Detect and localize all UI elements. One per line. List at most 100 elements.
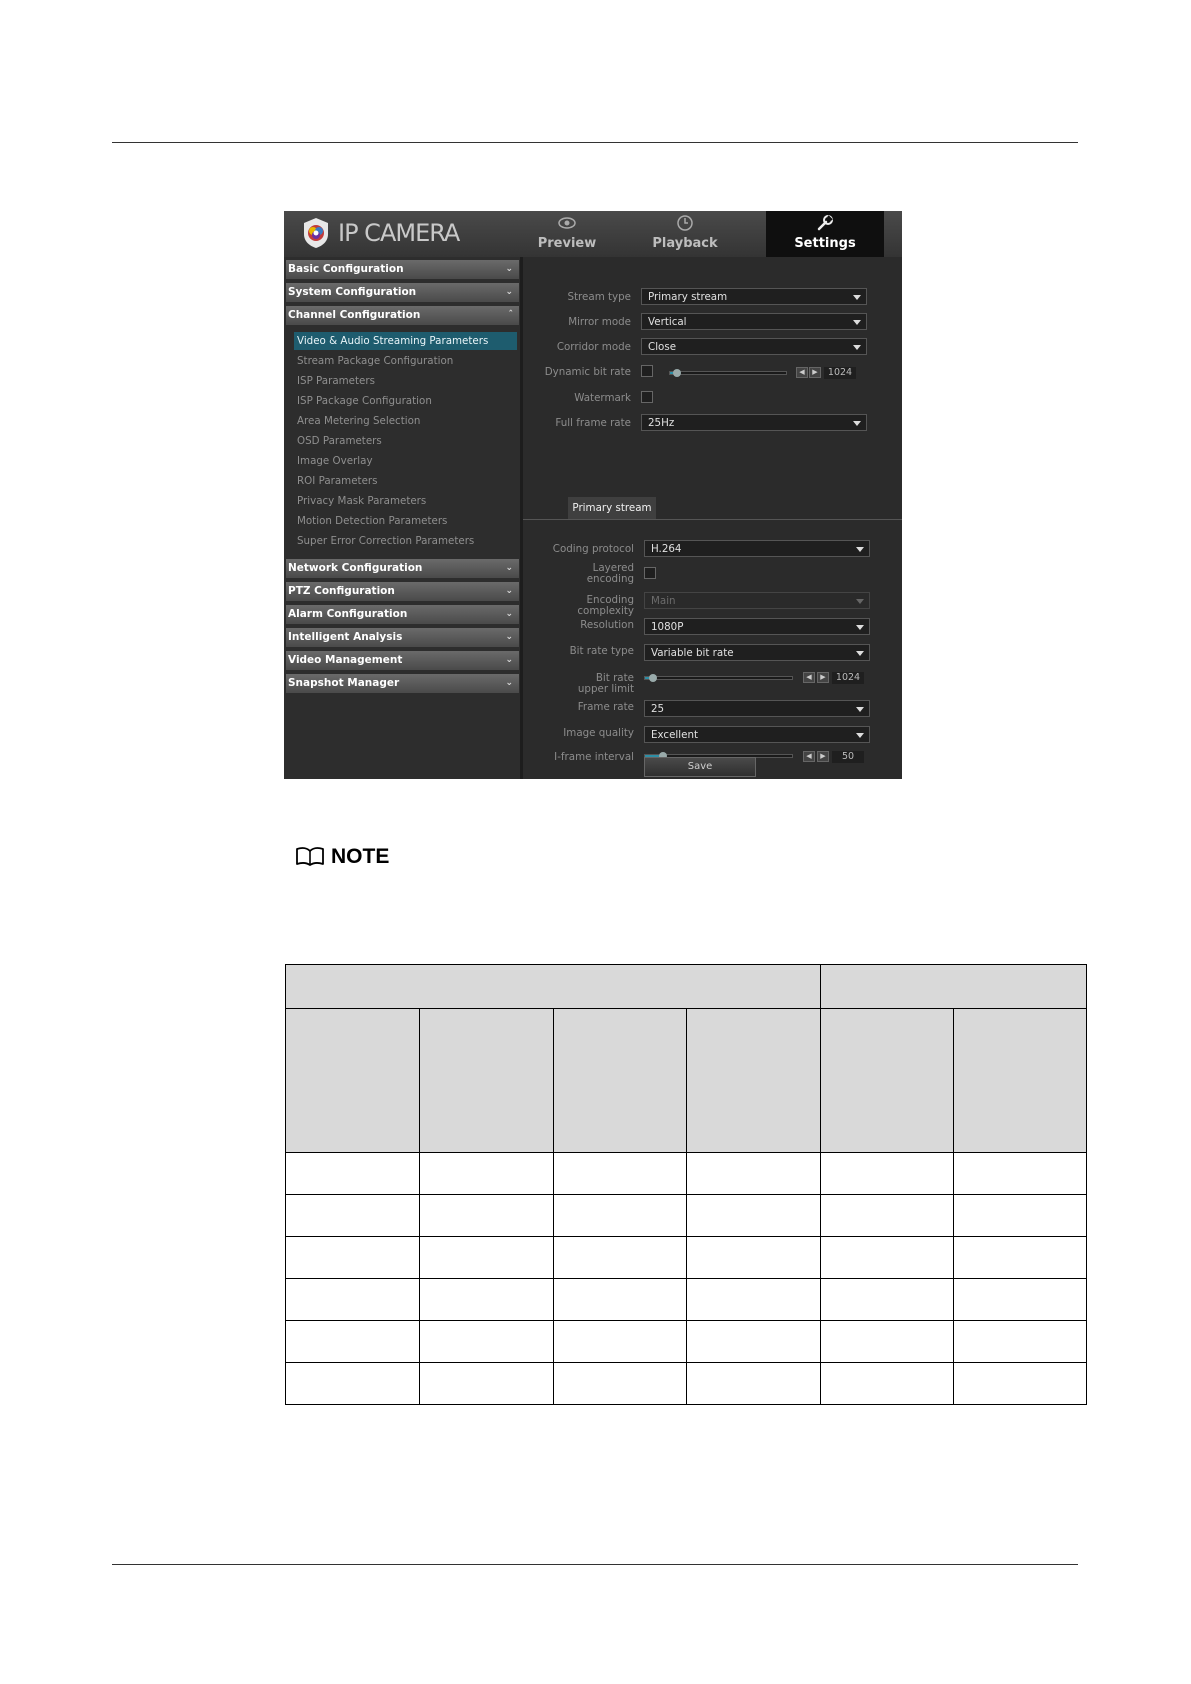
table-cell: [552, 1278, 688, 1321]
sidebar-category-network[interactable]: Network Configuration ⌄: [286, 559, 519, 578]
decrease-button[interactable]: ◀: [803, 672, 815, 683]
table-cell: [820, 1362, 954, 1405]
select-value: Excellent: [651, 729, 699, 741]
sidebar-item-image-overlay[interactable]: Image Overlay: [297, 452, 519, 470]
table-cell: [953, 1194, 1087, 1237]
camera-logo-icon: [304, 218, 328, 248]
sidebar-item-osd-parameters[interactable]: OSD Parameters: [297, 432, 519, 450]
dynamic-bit-rate-slider[interactable]: [669, 369, 787, 377]
settings-sidebar: Basic Configuration ⌄ System Configuratio…: [284, 257, 523, 779]
select-value: 25: [651, 703, 665, 715]
table-row: [285, 1194, 1087, 1237]
table-header-cell: [820, 1008, 954, 1153]
chevron-down-icon: ⌄: [505, 678, 513, 688]
table-cell: [285, 1236, 420, 1279]
table-cell: [418, 1236, 554, 1279]
dropdown-arrow-icon: [853, 320, 861, 325]
clock-icon: [677, 215, 693, 231]
mirror-mode-select[interactable]: Vertical: [641, 313, 867, 330]
sidebar-category-snapshot-manager[interactable]: Snapshot Manager ⌄: [286, 674, 519, 693]
save-button[interactable]: Save: [644, 757, 756, 777]
sidebar-item-super-error-correction[interactable]: Super Error Correction Parameters: [297, 532, 519, 550]
table-header-cell: [686, 1008, 821, 1153]
sidebar-category-ptz[interactable]: PTZ Configuration ⌄: [286, 582, 519, 601]
increase-button[interactable]: ▶: [817, 672, 829, 683]
tab-playback[interactable]: Playback: [626, 211, 744, 253]
footer-rule: [112, 1564, 1078, 1565]
table-cell: [552, 1236, 688, 1279]
table-cell: [820, 1320, 954, 1363]
sidebar-category-video-management[interactable]: Video Management ⌄: [286, 651, 519, 670]
sidebar-item-privacy-mask[interactable]: Privacy Mask Parameters: [297, 492, 519, 510]
image-quality-select[interactable]: Excellent: [644, 726, 870, 743]
table-cell: [953, 1278, 1087, 1321]
note-heading: NOTE: [295, 845, 389, 869]
dropdown-arrow-icon: [853, 295, 861, 300]
stream-type-select[interactable]: Primary stream: [641, 288, 867, 305]
select-value: Variable bit rate: [651, 647, 734, 659]
sidebar-item-area-metering[interactable]: Area Metering Selection: [297, 412, 519, 430]
category-label: Snapshot Manager: [288, 677, 400, 689]
bit-rate-type-label: Bit rate type: [569, 645, 634, 657]
table-cell: [418, 1278, 554, 1321]
frame-rate-select[interactable]: 25: [644, 700, 870, 717]
increase-button[interactable]: ▶: [809, 367, 821, 378]
sidebar-category-channel[interactable]: Channel Configuration ˆ: [286, 306, 519, 325]
table-header-cell: [552, 1008, 688, 1153]
resolution-select[interactable]: 1080P: [644, 618, 870, 635]
sidebar-category-basic[interactable]: Basic Configuration ⌄: [286, 260, 519, 279]
full-frame-rate-select[interactable]: 25Hz: [641, 414, 867, 431]
sidebar-category-alarm[interactable]: Alarm Configuration ⌄: [286, 605, 519, 624]
increase-button[interactable]: ▶: [817, 751, 829, 762]
slider-knob[interactable]: [649, 674, 657, 682]
bit-rate-upper-limit-value: 1024: [832, 672, 864, 684]
decrease-button[interactable]: ◀: [796, 367, 808, 378]
decrease-button[interactable]: ◀: [803, 751, 815, 762]
camera-header: IP CAMERA Preview Playback Settings: [284, 211, 902, 257]
sidebar-category-system[interactable]: System Configuration ⌄: [286, 283, 519, 302]
encoding-complexity-select[interactable]: Main: [644, 592, 870, 609]
table-row: [285, 1362, 1087, 1405]
coding-protocol-select[interactable]: H.264: [644, 540, 870, 557]
category-label: Channel Configuration: [288, 309, 421, 321]
table-row: [285, 1278, 1087, 1321]
tab-preview-label: Preview: [537, 236, 597, 251]
table-cell: [418, 1152, 554, 1195]
dropdown-arrow-icon: [856, 625, 864, 630]
sidebar-item-roi-parameters[interactable]: ROI Parameters: [297, 472, 519, 490]
sidebar-item-stream-package[interactable]: Stream Package Configuration: [297, 352, 519, 370]
dropdown-arrow-icon: [856, 599, 864, 604]
sidebar-item-isp-parameters[interactable]: ISP Parameters: [297, 372, 519, 390]
chevron-up-icon: ˆ: [508, 310, 514, 320]
chevron-down-icon: ⌄: [505, 563, 513, 573]
encoding-complexity-label: Encoding complexity: [523, 595, 634, 617]
category-label: System Configuration: [288, 286, 417, 298]
label-line: encoding: [586, 573, 634, 585]
dropdown-arrow-icon: [853, 345, 861, 350]
bit-rate-upper-limit-slider[interactable]: [644, 674, 793, 682]
table-row: [285, 1320, 1087, 1363]
table-cell: [686, 1236, 821, 1279]
chevron-down-icon: ⌄: [505, 586, 513, 596]
tab-primary-stream[interactable]: Primary stream: [568, 497, 656, 519]
corridor-mode-select[interactable]: Close: [641, 338, 867, 355]
sidebar-item-motion-detection[interactable]: Motion Detection Parameters: [297, 512, 519, 530]
table-header-cell: [285, 1008, 420, 1153]
layered-encoding-checkbox[interactable]: [644, 567, 656, 579]
tab-preview[interactable]: Preview: [508, 211, 626, 253]
table-cell: [953, 1236, 1087, 1279]
eye-icon: [558, 217, 576, 229]
parameter-table: [285, 964, 1087, 1405]
sidebar-category-intelligent-analysis[interactable]: Intelligent Analysis ⌄: [286, 628, 519, 647]
table-cell: [418, 1320, 554, 1363]
watermark-checkbox[interactable]: [641, 391, 653, 403]
sidebar-item-isp-package[interactable]: ISP Package Configuration: [297, 392, 519, 410]
bit-rate-type-select[interactable]: Variable bit rate: [644, 644, 870, 661]
slider-knob[interactable]: [673, 369, 681, 377]
dynamic-bit-rate-checkbox[interactable]: [641, 365, 653, 377]
sidebar-item-video-audio-streaming[interactable]: Video & Audio Streaming Parameters: [294, 332, 517, 350]
table-cell: [820, 1278, 954, 1321]
tab-settings[interactable]: Settings: [766, 211, 884, 257]
layered-encoding-label: Layered encoding: [523, 563, 634, 585]
chevron-down-icon: ⌄: [505, 264, 513, 274]
